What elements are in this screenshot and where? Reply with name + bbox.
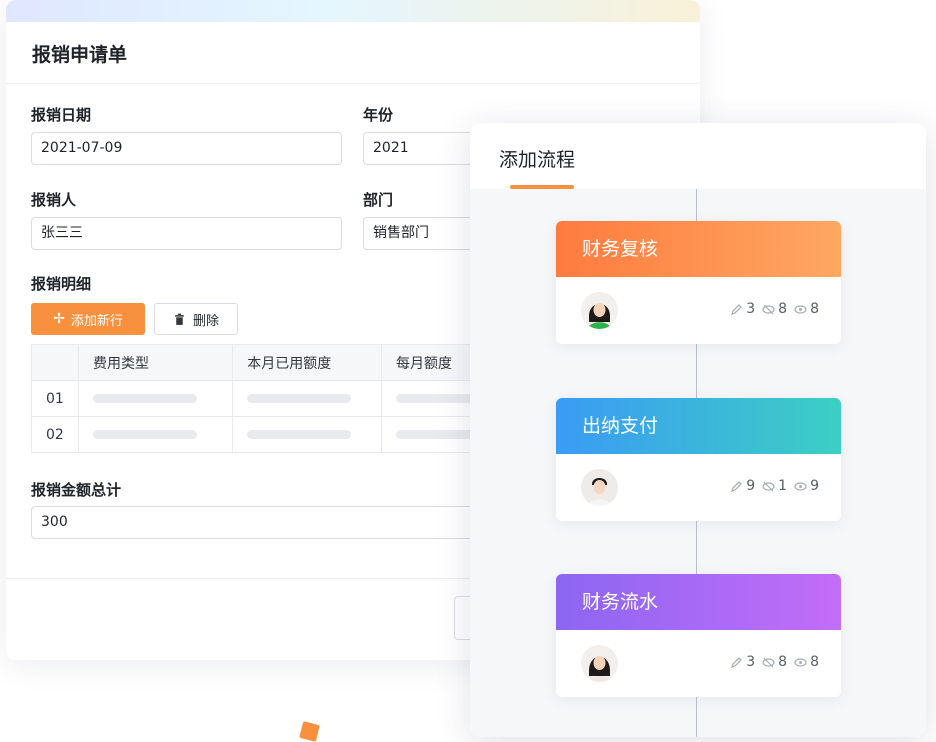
step-title: 财务流水 [556,574,841,630]
table-row[interactable]: 01 [30,380,501,417]
column-header [30,344,80,381]
step-body: 9 1 9 [556,454,841,521]
pencil-icon [731,480,743,492]
pencil-icon [731,656,743,668]
step-body: 3 8 8 [556,630,841,697]
watch-count: 9 [810,478,819,494]
date-input[interactable]: 2021-07-09 [31,132,342,165]
view-count: 8 [778,301,788,317]
avatar-woman-green-icon [581,292,618,329]
view-count: 8 [778,654,788,670]
row-number: 02 [30,416,80,453]
person-label: 报销人 [31,191,77,209]
step-stats: 3 8 8 [730,301,819,317]
process-header: 添加流程 [470,123,926,189]
active-tab-underline [510,185,574,189]
process-title: 添加流程 [499,149,576,171]
avatar [581,292,618,329]
delete-label: 删除 [192,313,219,329]
view-stat: 8 [762,301,787,317]
step-title: 财务复核 [556,221,841,277]
year-label: 年份 [363,106,394,124]
step-card-payment[interactable]: 出纳支付 9 1 9 [556,398,841,521]
step-stats: 9 1 9 [730,478,819,494]
view-count: 1 [778,478,788,494]
watch-stat: 9 [794,478,819,494]
skeleton-placeholder [93,430,198,439]
table-cell[interactable] [78,416,234,453]
avatar-woman-icon [581,645,618,682]
eye-slash-icon [762,481,775,491]
decorative-square [299,721,320,742]
table-header-row: 费用类型 本月已用额度 每月额度 [30,344,501,381]
avatar [581,645,618,682]
edit-stat: 9 [730,478,755,494]
add-row-label: 添加新行 [70,313,123,329]
skeleton-placeholder [247,430,352,439]
column-header: 本月已用额度 [232,344,382,381]
step-title: 出纳支付 [556,398,841,454]
eye-icon [794,657,807,667]
eye-icon [794,304,807,314]
watch-count: 8 [810,301,819,317]
avatar [581,469,618,506]
watch-count: 8 [810,654,819,670]
step-stats: 3 8 8 [730,654,819,670]
eye-icon [794,481,807,491]
department-label: 部门 [363,191,394,209]
details-table: 费用类型 本月已用额度 每月额度 01 02 [30,344,501,453]
view-stat: 1 [762,478,787,494]
step-card-review[interactable]: 财务复核 3 8 8 [556,221,841,344]
header-gradient-bar [6,0,700,22]
form-header: 报销申请单 [6,22,700,84]
add-row-button[interactable]: ✢ 添加新行 [31,303,145,335]
delete-button[interactable]: 删除 [154,303,238,335]
table-row[interactable]: 02 [30,416,501,453]
edit-count: 3 [746,654,756,670]
plus-icon: ✢ [53,311,65,327]
person-input[interactable]: 张三三 [31,217,342,250]
step-card-ledger[interactable]: 财务流水 3 8 8 [556,574,841,697]
eye-slash-icon [762,304,775,314]
form-title: 报销申请单 [32,44,128,66]
step-body: 3 8 8 [556,277,841,344]
process-panel: 添加流程 财务复核 3 8 8 出纳支付 9 1 9 财务流水 3 8 8 [470,123,926,737]
table-cell[interactable] [78,380,234,417]
watch-stat: 8 [794,654,819,670]
total-input[interactable]: 300 [31,506,531,539]
table-cell[interactable] [232,380,382,417]
eye-slash-icon [762,657,775,667]
edit-stat: 3 [730,654,755,670]
trash-icon [175,313,184,325]
pencil-icon [731,303,743,315]
skeleton-placeholder [93,394,198,403]
skeleton-placeholder [247,394,352,403]
view-stat: 8 [762,654,787,670]
column-header: 费用类型 [78,344,234,381]
edit-stat: 3 [730,301,755,317]
date-label: 报销日期 [31,106,92,124]
watch-stat: 8 [794,301,819,317]
edit-count: 9 [746,478,756,494]
details-label: 报销明细 [31,275,92,293]
row-number: 01 [30,380,80,417]
total-label: 报销金额总计 [31,481,122,499]
avatar-man-icon [581,469,618,506]
table-cell[interactable] [232,416,382,453]
edit-count: 3 [746,301,756,317]
